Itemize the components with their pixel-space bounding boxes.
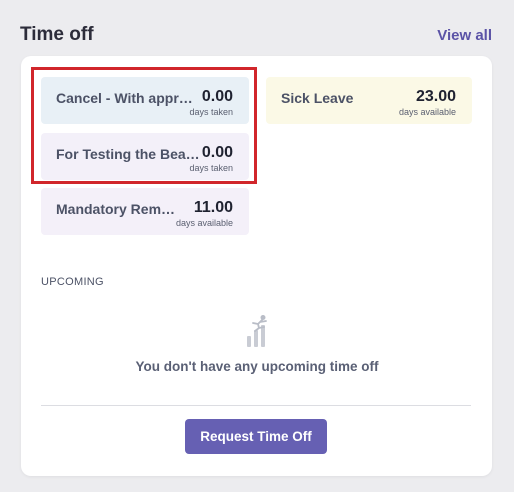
balance-value: 0.00 xyxy=(201,144,233,161)
balance-value: 23.00 xyxy=(415,88,456,105)
balance-name: For Testing the Bea… xyxy=(56,146,200,162)
upcoming-section-label: UPCOMING xyxy=(41,276,104,288)
balance-unit: days taken xyxy=(189,107,233,117)
divider xyxy=(41,405,471,406)
balance-tile-sick-leave[interactable]: Sick Leave 23.00 days available xyxy=(266,77,472,124)
balance-tile-cancel-with-approval[interactable]: Cancel - With appr… 0.00 days taken xyxy=(41,77,249,124)
jumping-figure-chart-icon xyxy=(241,314,273,348)
balance-name: Cancel - With appr… xyxy=(56,90,193,106)
balance-value: 11.00 xyxy=(193,199,233,216)
balance-unit: days available xyxy=(175,218,233,228)
balance-name: Sick Leave xyxy=(281,90,354,106)
time-off-title: Time off xyxy=(20,24,94,45)
balance-value: 0.00 xyxy=(201,88,233,105)
balance-tile-mandatory-rem[interactable]: Mandatory Rem… 11.00 days available xyxy=(41,188,249,235)
balance-unit: days taken xyxy=(189,163,233,173)
balance-unit: days available xyxy=(398,107,456,117)
view-all-link[interactable]: View all xyxy=(437,27,492,44)
balance-name: Mandatory Rem… xyxy=(56,201,176,217)
request-time-off-button[interactable]: Request Time Off xyxy=(185,419,327,454)
empty-state-text: You don't have any upcoming time off xyxy=(135,359,379,374)
balance-tile-for-testing[interactable]: For Testing the Bea… 0.00 days taken xyxy=(41,133,249,180)
